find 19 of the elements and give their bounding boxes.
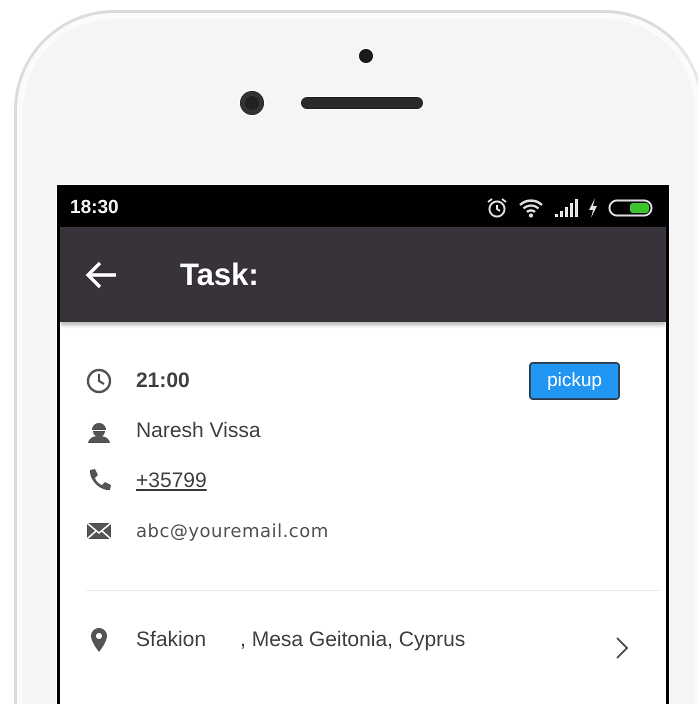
street-name: Sfakion (136, 628, 206, 652)
task-time: 21:00 (136, 369, 191, 393)
camera-lens (240, 91, 264, 115)
alarm-clock-icon (486, 196, 508, 218)
back-arrow-icon[interactable] (84, 260, 118, 290)
sensor-dot (359, 49, 373, 63)
address-row[interactable]: Sfakion , Mesa Geitonia, Cyprus (86, 605, 660, 675)
wifi-icon (518, 196, 544, 218)
email-address: abc@youremail.com (136, 520, 329, 542)
phone-link[interactable]: +35799 (136, 469, 207, 493)
customer-name: Naresh Vissa (136, 419, 261, 443)
battery-icon (608, 196, 654, 218)
clock-icon (86, 368, 112, 394)
charging-bolt-icon (588, 196, 598, 218)
chevron-right-icon (614, 635, 630, 661)
address-text: , Mesa Geitonia, Cyprus (240, 628, 466, 652)
status-time: 18:30 (70, 196, 120, 218)
signal-icon (554, 196, 578, 218)
screen-title: Task: (180, 256, 259, 292)
